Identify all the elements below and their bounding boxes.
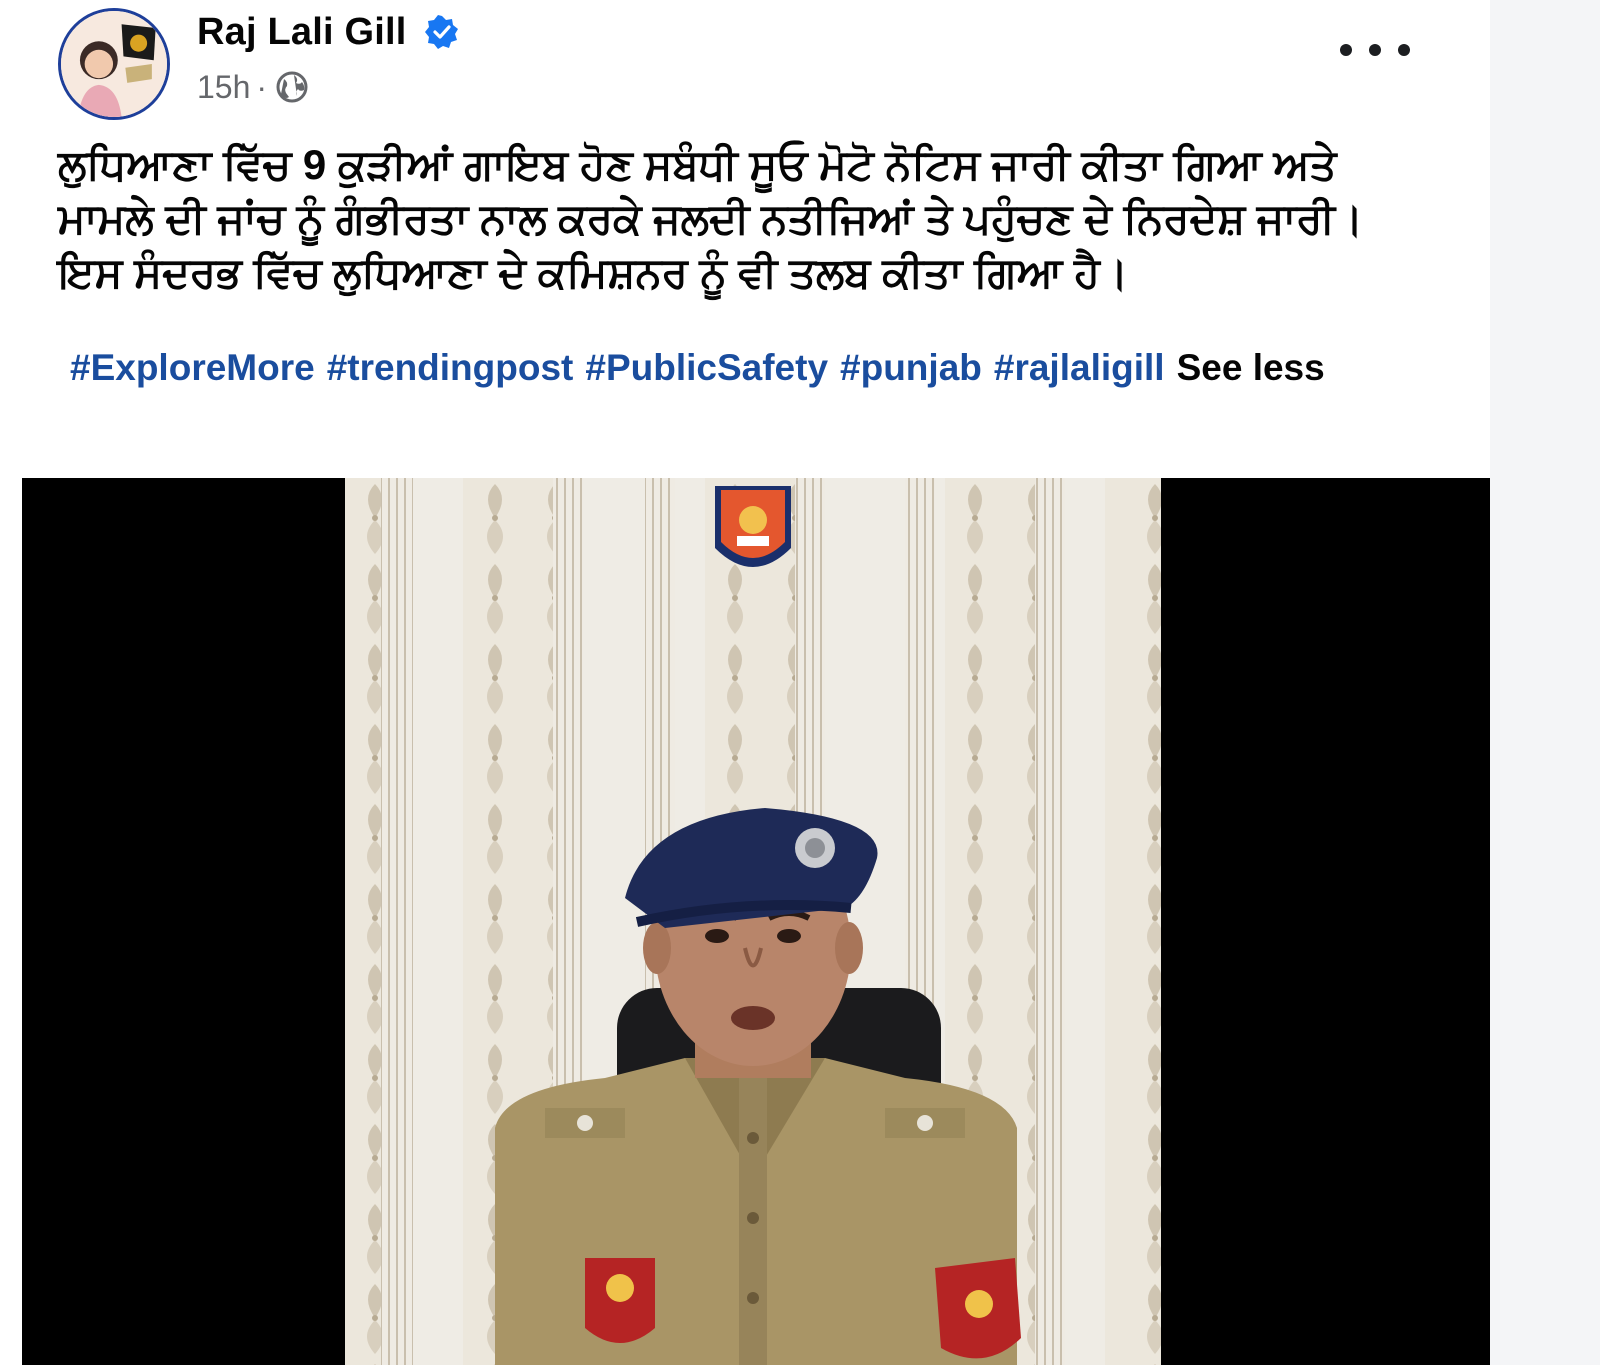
post-timestamp[interactable]: 15h (197, 69, 250, 106)
video-frame (345, 478, 1161, 1365)
officer-video-still (345, 478, 1161, 1365)
author-row: Raj Lali Gill (197, 10, 459, 54)
author-avatar[interactable] (58, 8, 170, 120)
post-card: Raj Lali Gill 15h · ਲੁਧਿਆਣਾ ਵਿੱਚ 9 ਕੁੜੀਆ… (0, 0, 1490, 1365)
globe-icon[interactable] (275, 70, 309, 104)
post-line: ਇਸ ਸੰਦਰਭ ਵਿੱਚ ਲੁਧਿਆਣਾ ਦੇ ਕਮਿਸ਼ਨਰ ਨੂੰ ਵੀ … (58, 249, 1129, 296)
hashtags: #ExploreMore #trendingpost #PublicSafety #p… (58, 340, 1388, 396)
meta-separator: · (256, 68, 268, 105)
hashtag-link[interactable]: #ExploreMore (70, 347, 315, 388)
hashtag-link[interactable]: #rajlaligill (994, 347, 1165, 388)
see-less-link[interactable]: See less (1177, 347, 1325, 388)
author-name[interactable]: Raj Lali Gill (197, 11, 407, 54)
post-meta: 15h · (197, 66, 309, 108)
verified-badge-icon (424, 15, 459, 49)
hashtag-link[interactable]: #trendingpost (327, 347, 574, 388)
hashtag-link[interactable]: #punjab (840, 347, 982, 388)
more-dot (1369, 44, 1381, 56)
more-dot (1340, 44, 1352, 56)
more-dot (1398, 44, 1410, 56)
more-options-icon[interactable] (1340, 32, 1410, 68)
post-body: ਲੁਧਿਆਣਾ ਵਿੱਚ 9 ਕੁੜੀਆਂ ਗਾਇਬ ਹੋਣ ਸਬੰਧੀ ਸੂਓ… (58, 138, 1458, 300)
police-crest-icon (715, 486, 791, 567)
avatar-image (61, 11, 167, 117)
post-line: ਮਾਮਲੇ ਦੀ ਜਾਂਚ ਨੂੰ ਗੰਭੀਰਤਾ ਨਾਲ ਕਰਕੇ ਜਲਦੀ … (58, 195, 1364, 242)
page-background (1490, 0, 1600, 1365)
post-video[interactable] (22, 478, 1490, 1365)
hashtag-link[interactable]: #PublicSafety (585, 347, 828, 388)
post-line: ਲੁਧਿਆਣਾ ਵਿੱਚ 9 ਕੁੜੀਆਂ ਗਾਇਬ ਹੋਣ ਸਬੰਧੀ ਸੂਓ… (58, 141, 1337, 188)
